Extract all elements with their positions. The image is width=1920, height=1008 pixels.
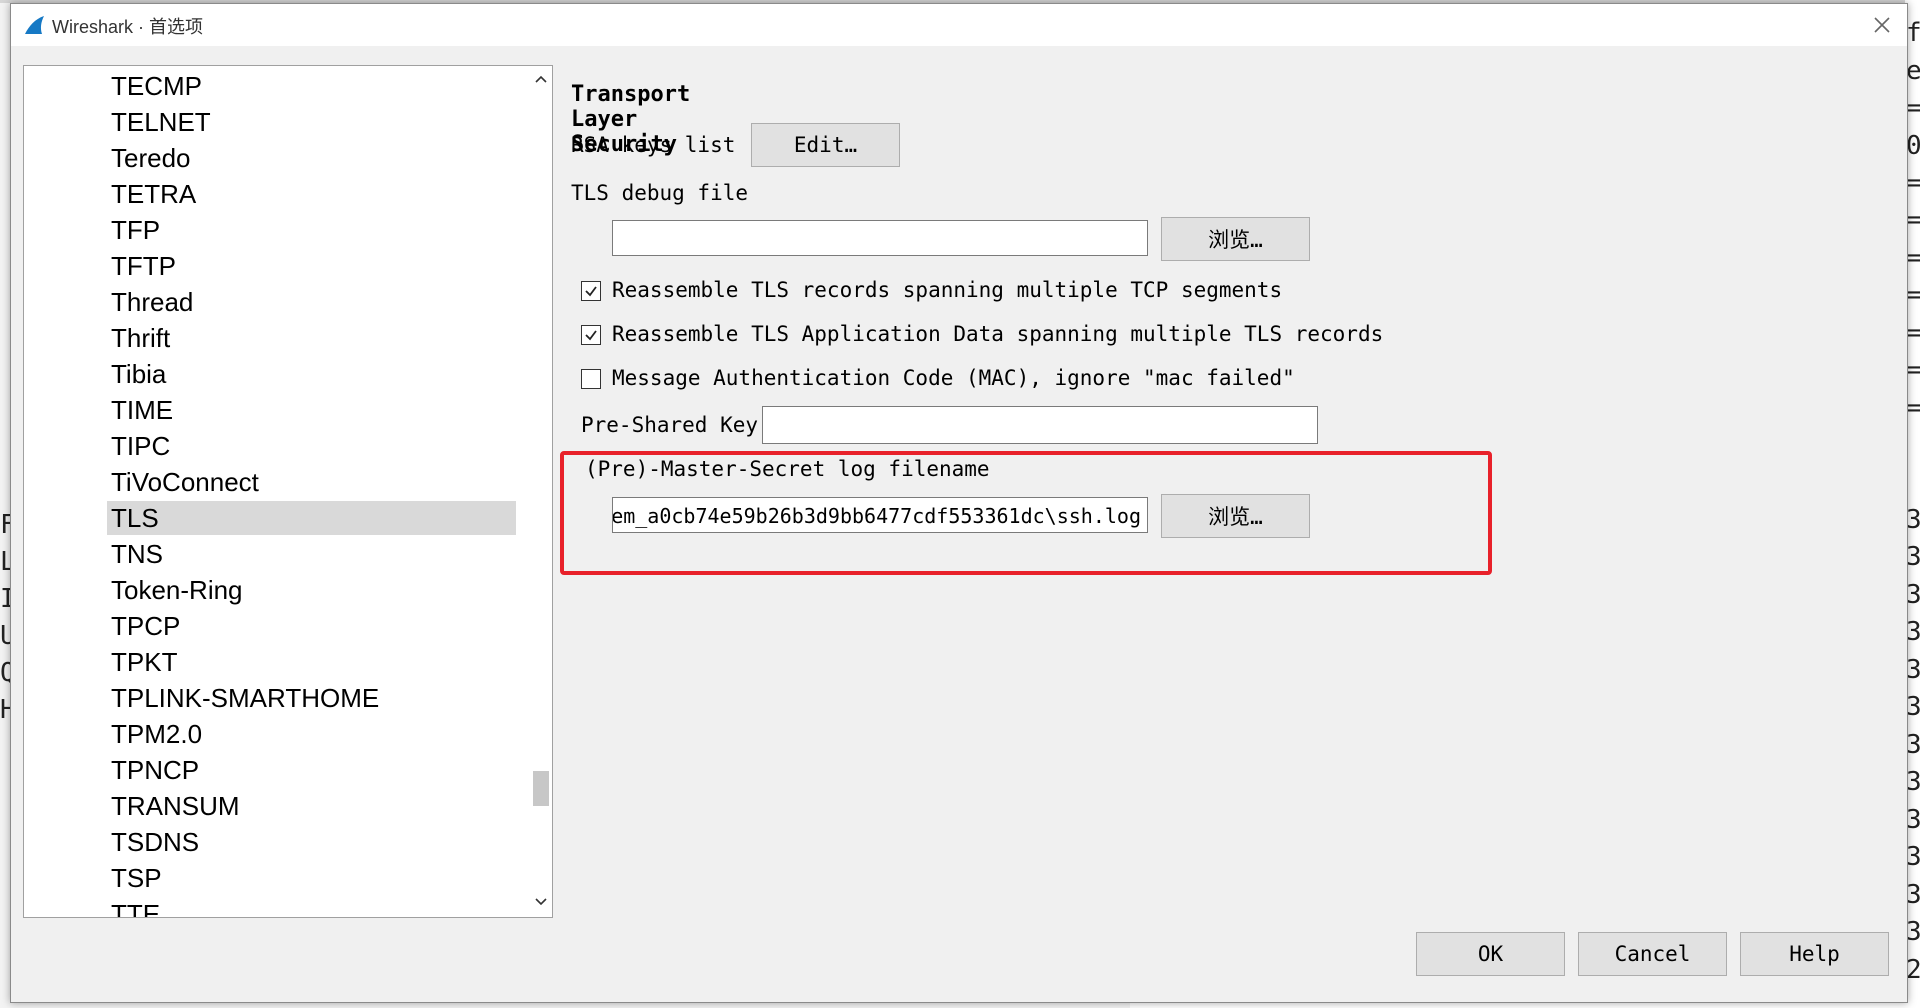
tree-item-label: TELNET [111, 107, 211, 137]
debug-file-input[interactable] [612, 220, 1148, 256]
reassemble-tcp-checkbox[interactable] [581, 281, 601, 301]
tree-item[interactable]: TPNCP [24, 752, 529, 788]
tree-item-label: TNS [111, 539, 163, 569]
tree-item-label: Thread [111, 287, 194, 317]
cancel-button[interactable]: Cancel [1578, 932, 1727, 976]
help-button[interactable]: Help [1740, 932, 1889, 976]
tree-item[interactable]: Thrift [24, 320, 529, 356]
tree-item[interactable]: TRANSUM [24, 788, 529, 824]
rsa-keys-label: RSA keys list [571, 133, 736, 157]
tree-item[interactable]: TELNET [24, 104, 529, 140]
tree-item[interactable]: TPCP [24, 608, 529, 644]
tree-item[interactable]: TIPC [24, 428, 529, 464]
browse-debug-file-button[interactable]: 浏览… [1161, 217, 1310, 261]
tree-item[interactable]: TFTP [24, 248, 529, 284]
tree-item[interactable]: TTE [24, 896, 529, 918]
tree-item[interactable]: Teredo [24, 140, 529, 176]
title-bar: Wireshark · 首选项 [11, 4, 1907, 46]
tree-item[interactable]: Thread [24, 284, 529, 320]
chevron-up-icon [534, 71, 548, 89]
mac-ignore-label[interactable]: Message Authentication Code (MAC), ignor… [612, 366, 1295, 390]
tree-item[interactable]: TSDNS [24, 824, 529, 860]
tree-item-label: TFP [111, 215, 161, 245]
close-icon [1873, 10, 1891, 41]
tree-item-label: TPKT [111, 647, 178, 677]
close-button[interactable] [1867, 10, 1897, 40]
tree-item-label: TiVoConnect [111, 467, 259, 497]
tree-item-label: Token-Ring [111, 575, 243, 605]
tree-item-label: TPM2.0 [111, 719, 203, 749]
tree-item-label: TPCP [111, 611, 181, 641]
tree-item-label: TETRA [111, 179, 197, 209]
debug-file-label: TLS debug file [571, 181, 749, 205]
reassemble-tcp-label[interactable]: Reassemble TLS records spanning multiple… [612, 278, 1282, 302]
scroll-up-button[interactable] [530, 68, 552, 92]
tree-item-label: TECMP [111, 71, 202, 101]
reassemble-tls-label[interactable]: Reassemble TLS Application Data spanning… [612, 322, 1383, 346]
tree-item[interactable]: Token-Ring [24, 572, 529, 608]
psk-label: Pre-Shared Key [581, 413, 759, 437]
tree-item[interactable]: TSP [24, 860, 529, 896]
tree-item-label: TTE [111, 899, 161, 918]
tree-item-label: Teredo [111, 143, 191, 173]
ok-button[interactable]: OK [1416, 932, 1565, 976]
tree-item[interactable]: Tibia [24, 356, 529, 392]
window-title: Wireshark · 首选项 [52, 17, 204, 37]
wireshark-fin-icon [23, 14, 45, 36]
annotation-highlight-box [560, 451, 1492, 575]
protocol-list: TECMP TELNET Teredo TETRA TFP TFTP Thread Thrif… [24, 68, 529, 918]
scroll-down-button[interactable] [530, 891, 552, 915]
reassemble-tls-checkbox[interactable] [581, 325, 601, 345]
tree-item[interactable]: TPM2.0 [24, 716, 529, 752]
scroll-thumb[interactable] [533, 771, 549, 806]
tree-item-label: TRANSUM [111, 791, 240, 821]
tree-item-label: TPNCP [111, 755, 200, 785]
mac-ignore-checkbox[interactable] [581, 369, 601, 389]
tree-item-label: TLS [111, 503, 159, 533]
tree-item-label: TIME [111, 395, 174, 425]
checkmark-icon [585, 286, 597, 297]
tree-item-label: TFTP [111, 251, 176, 281]
psk-input[interactable] [762, 406, 1318, 444]
chevron-down-icon [534, 894, 548, 912]
tree-scrollbar[interactable] [530, 66, 552, 917]
tree-item-label: Thrift [111, 323, 171, 353]
tree-item[interactable]: TLS [24, 500, 529, 536]
tree-item[interactable]: TECMP [24, 68, 529, 104]
protocol-tree[interactable]: TECMP TELNET Teredo TETRA TFP TFTP Thread Thrif… [23, 65, 553, 918]
tree-item[interactable]: TETRA [24, 176, 529, 212]
tree-item-label: Tibia [111, 359, 167, 389]
tree-item[interactable]: TFP [24, 212, 529, 248]
tree-item[interactable]: TiVoConnect [24, 464, 529, 500]
tree-item-label: TIPC [111, 431, 171, 461]
checkmark-icon [585, 330, 597, 341]
edit-rsa-keys-button[interactable]: Edit… [751, 123, 900, 167]
tree-item[interactable]: TIME [24, 392, 529, 428]
tree-item[interactable]: TNS [24, 536, 529, 572]
tree-item[interactable]: TPLINK-SMARTHOME [24, 680, 529, 716]
tree-item-label: TSP [111, 863, 162, 893]
tree-item[interactable]: TPKT [24, 644, 529, 680]
tree-item-label: TSDNS [111, 827, 200, 857]
tree-item-label: TPLINK-SMARTHOME [111, 683, 380, 713]
